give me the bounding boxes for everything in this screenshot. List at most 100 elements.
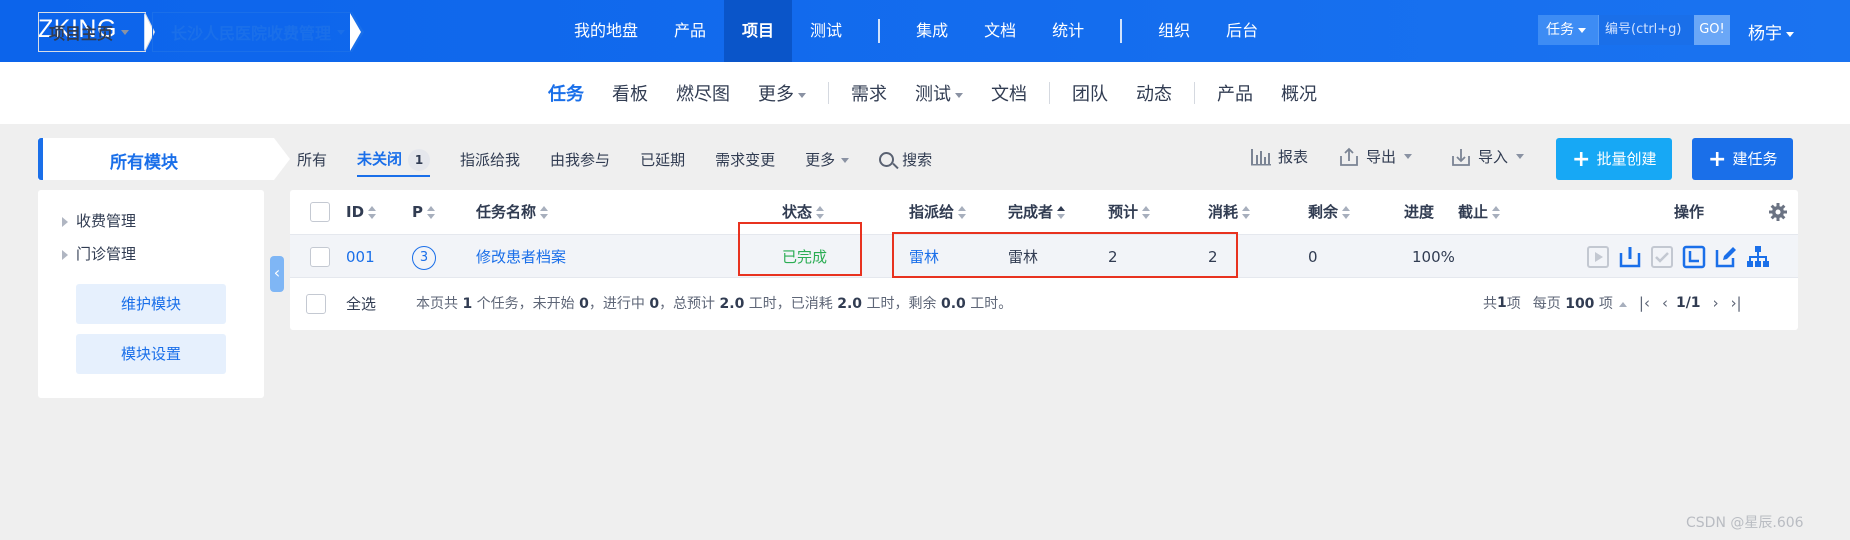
batch-create-button[interactable]: + 批量创建	[1556, 138, 1673, 180]
col-id[interactable]: ID	[346, 190, 377, 234]
close-task-icon[interactable]	[1682, 245, 1706, 269]
module-tree-item[interactable]: 门诊管理	[62, 243, 136, 264]
module-settings-button[interactable]: 模块设置	[76, 334, 226, 374]
chevron-left-icon: ‹	[273, 263, 281, 282]
report-button[interactable]: 报表	[1250, 146, 1308, 167]
finish-icon[interactable]	[1650, 245, 1674, 269]
col-consumed-label: 消耗	[1208, 203, 1239, 221]
summary-text: 工时。	[965, 296, 1013, 312]
start-icon[interactable]	[1586, 245, 1610, 269]
nav-admin[interactable]: 后台	[1208, 0, 1276, 62]
pager: 共 1 项 每页 100 项 |‹ ‹ 1/1 › ›|	[1483, 293, 1742, 313]
export-button[interactable]: 导出	[1338, 146, 1413, 167]
filter-more[interactable]: 更多	[805, 149, 850, 170]
col-estimate[interactable]: 预计	[1108, 190, 1151, 234]
per-page-select[interactable]: 每页 100 项	[1533, 293, 1627, 313]
tab-tasks[interactable]: 任务	[534, 80, 598, 106]
row-checkbox[interactable]	[310, 247, 330, 267]
select-all-label[interactable]: 全选	[346, 282, 376, 326]
search-input[interactable]: 编号(ctrl+g)	[1598, 15, 1694, 45]
edit-icon[interactable]	[1714, 245, 1738, 269]
gear-icon[interactable]	[1768, 202, 1788, 222]
filter-unclosed[interactable]: 未关闭 1	[357, 148, 431, 177]
col-deadline[interactable]: 截止	[1458, 190, 1501, 234]
nav-integration[interactable]: 集成	[898, 0, 966, 62]
export-icon	[1340, 147, 1358, 166]
sidebar-collapse-handle[interactable]: ‹	[270, 256, 284, 292]
tab-kanban[interactable]: 看板	[598, 80, 662, 106]
module-tree-item[interactable]: 收费管理	[62, 210, 136, 231]
col-task-name[interactable]: 任务名称	[476, 190, 549, 234]
search-toggle[interactable]: 搜索	[879, 149, 932, 170]
nav-stats[interactable]: 统计	[1034, 0, 1102, 62]
nav-org[interactable]: 组织	[1140, 0, 1208, 62]
chevron-down-icon	[1786, 31, 1794, 37]
next-page-icon[interactable]: ›	[1713, 294, 1719, 312]
sort-icon	[816, 205, 825, 220]
tab-overview[interactable]: 概况	[1267, 80, 1331, 106]
task-name-link[interactable]: 修改患者档案	[476, 235, 566, 279]
col-finished-by[interactable]: 完成者	[1008, 190, 1066, 234]
filter-assigned-to-me[interactable]: 指派给我	[460, 149, 520, 170]
nav-test[interactable]: 测试	[792, 0, 860, 62]
tab-stories[interactable]: 需求	[837, 80, 901, 106]
tab-dynamic[interactable]: 动态	[1122, 80, 1186, 106]
task-id-link[interactable]: 001	[346, 235, 375, 279]
search-go-button[interactable]: GO!	[1694, 15, 1730, 45]
module-header[interactable]: 所有模块	[38, 138, 290, 180]
col-priority-label: P	[412, 203, 423, 221]
filter-delayed[interactable]: 已延期	[640, 149, 685, 170]
filter-story-changed[interactable]: 需求变更	[715, 149, 775, 170]
search-type-select[interactable]: 任务	[1538, 15, 1598, 45]
col-left[interactable]: 剩余	[1308, 190, 1351, 234]
subtask-tree-icon[interactable]	[1746, 245, 1770, 269]
record-effort-icon[interactable]	[1618, 245, 1642, 269]
prev-page-icon[interactable]: ‹	[1662, 294, 1668, 312]
last-page-icon[interactable]: ›|	[1731, 294, 1742, 312]
sort-icon	[958, 205, 967, 220]
nav-product[interactable]: 产品	[656, 0, 724, 62]
tab-burndown[interactable]: 燃尽图	[662, 80, 744, 106]
col-priority[interactable]: P	[412, 190, 435, 234]
main-nav: 我的地盘 产品 项目 测试 集成 文档 统计 组织 后台	[556, 0, 1276, 62]
col-actions: 操作	[1674, 203, 1705, 221]
nav-divider	[1120, 19, 1123, 43]
subnav-divider	[828, 82, 829, 104]
count-badge: 1	[408, 148, 431, 171]
tab-docs[interactable]: 文档	[977, 80, 1041, 106]
col-task-name-label: 任务名称	[476, 203, 537, 221]
nav-docs[interactable]: 文档	[966, 0, 1034, 62]
chevron-down-icon	[1578, 27, 1586, 33]
col-estimate-label: 预计	[1108, 203, 1139, 221]
plus-icon: +	[1572, 147, 1591, 172]
maintain-modules-button[interactable]: 维护模块	[76, 284, 226, 324]
first-page-icon[interactable]: |‹	[1639, 294, 1650, 312]
chevron-down-icon	[1516, 154, 1525, 159]
table-summary: 本页共 1 个任务，未开始 0，进行中 0，总预计 2.0 工时，已消耗 2.0…	[416, 293, 1012, 313]
sort-icon	[1242, 205, 1251, 220]
header-checkbox[interactable]	[310, 202, 330, 222]
batch-create-label: 批量创建	[1596, 150, 1657, 168]
import-button[interactable]: 导入	[1450, 146, 1525, 167]
nav-project[interactable]: 项目	[724, 0, 793, 62]
col-consumed[interactable]: 消耗	[1208, 190, 1251, 234]
breadcrumb-project-name[interactable]: 长沙人民医院收费管理	[152, 12, 352, 52]
tab-more[interactable]: 更多	[744, 80, 820, 106]
tab-test[interactable]: 测试	[901, 80, 977, 106]
breadcrumb-project-home[interactable]: 项目主页	[38, 12, 146, 52]
import-label: 导入	[1478, 148, 1509, 166]
nav-my-dashboard[interactable]: 我的地盘	[556, 0, 656, 62]
select-all-checkbox[interactable]	[306, 294, 326, 314]
tab-team[interactable]: 团队	[1058, 80, 1122, 106]
filter-all[interactable]: 所有	[297, 149, 327, 170]
filter-more-label: 更多	[805, 150, 836, 169]
search-toggle-label: 搜索	[902, 150, 933, 169]
col-assigned-to[interactable]: 指派给	[909, 190, 967, 234]
tab-product[interactable]: 产品	[1203, 80, 1267, 106]
create-task-button[interactable]: + 建任务	[1692, 138, 1794, 180]
chevron-down-icon	[841, 157, 850, 163]
chevron-down-icon	[337, 29, 346, 35]
pager-total: 1	[1497, 295, 1507, 311]
user-menu[interactable]: 杨宇	[1748, 19, 1794, 44]
filter-involved[interactable]: 由我参与	[550, 149, 610, 170]
